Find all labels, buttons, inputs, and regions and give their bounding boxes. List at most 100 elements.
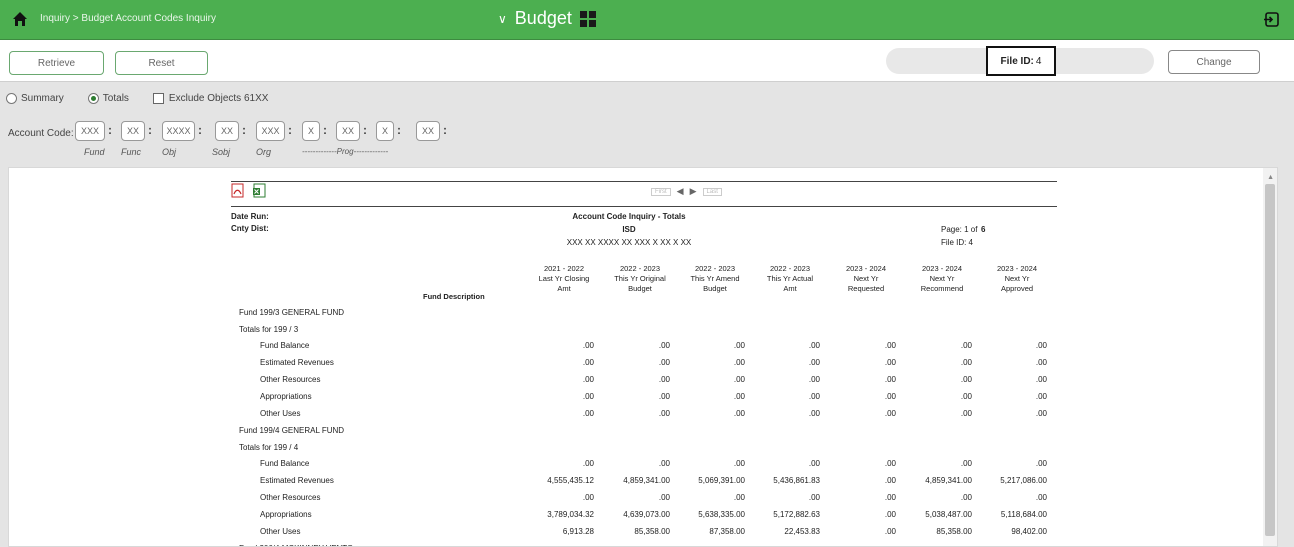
table-cell: .00 [1035, 409, 1047, 418]
table-row-label: Estimated Revenues [260, 358, 334, 367]
module-title: Budget [514, 8, 572, 28]
excel-export-icon[interactable] [252, 183, 266, 198]
obj-segment-label: Obj [162, 147, 177, 157]
table-cell: .00 [808, 341, 820, 350]
reset-button[interactable]: Reset [115, 51, 208, 75]
table-cell: 85,358.00 [634, 527, 670, 536]
table-cell: 85,358.00 [936, 527, 972, 536]
column-header: 2022 - 2023 This Yr Actual Amt [750, 264, 830, 294]
func-segment-label: Func [121, 147, 142, 157]
program-code-input-3[interactable]: X [376, 121, 394, 141]
table-cell: .00 [1035, 358, 1047, 367]
fund-heading: Fund 199/4 GENERAL FUND [239, 426, 345, 435]
table-cell: .00 [658, 493, 670, 502]
column-header: 2022 - 2023 This Yr Original Budget [600, 264, 680, 294]
separator: : [397, 123, 401, 137]
column-header-line: Recommend [920, 284, 964, 293]
next-page-icon[interactable]: ▶ [690, 186, 697, 197]
table-cell: .00 [1035, 392, 1047, 401]
column-header-line: Next Yr [929, 274, 955, 283]
org-segment-label: Org [256, 147, 272, 157]
separator: : [108, 123, 112, 137]
table-cell: .00 [884, 459, 896, 468]
table-cell: .00 [960, 341, 972, 350]
table-cell: .00 [733, 358, 745, 367]
vertical-scrollbar[interactable]: ▲ [1263, 168, 1277, 546]
table-cell: 5,436,861.83 [773, 476, 820, 485]
table-row-label: Other Uses [260, 527, 301, 536]
grid-icon[interactable] [579, 10, 596, 27]
exit-icon[interactable] [1263, 11, 1280, 28]
table-cell: .00 [658, 358, 670, 367]
report-district: ISD [622, 225, 636, 234]
table-cell: .00 [960, 358, 972, 367]
table-row-label: Estimated Revenues [260, 476, 334, 485]
table-cell: 5,217,086.00 [1000, 476, 1047, 485]
program-code-input-1[interactable]: X [302, 121, 320, 141]
table-cell: 4,555,435.12 [547, 476, 594, 485]
module-selector[interactable]: ∨ Budget [498, 8, 596, 29]
summary-radio[interactable] [6, 92, 17, 104]
separator: : [443, 123, 447, 137]
fund-code-input[interactable]: XXX [75, 121, 105, 141]
retrieve-button[interactable]: Retrieve [9, 51, 104, 75]
column-header-line: 2023 - 2024 [845, 264, 887, 273]
object-code-input[interactable]: XXXX [162, 121, 195, 141]
date-run-label: Date Run: [231, 212, 269, 221]
totals-label: Totals [102, 92, 129, 104]
column-header-line: Approved [1000, 284, 1034, 293]
table-cell: .00 [582, 392, 594, 401]
column-header-line: 2023 - 2024 [921, 264, 963, 273]
table-cell: .00 [1035, 375, 1047, 384]
table-cell: .00 [960, 493, 972, 502]
first-page-button[interactable]: First [651, 187, 671, 196]
table-row-label: Fund Balance [260, 341, 310, 350]
table-row-label: Fund Balance [260, 459, 310, 468]
table-cell: .00 [808, 392, 820, 401]
program-code-input-2[interactable]: XX [336, 121, 360, 141]
table-cell: .00 [884, 392, 896, 401]
scroll-thumb[interactable] [1265, 184, 1275, 536]
table-cell: .00 [733, 392, 745, 401]
table-row-label: Appropriations [260, 510, 312, 519]
table-cell: 98,402.00 [1011, 527, 1047, 536]
function-code-input[interactable]: XX [121, 121, 145, 141]
totals-radio[interactable] [87, 92, 99, 104]
scroll-up-icon[interactable]: ▲ [1267, 174, 1274, 181]
report-file-id: File ID: 4 [941, 238, 974, 247]
sub-object-code-input[interactable]: XX [215, 121, 239, 141]
table-cell: .00 [733, 459, 745, 468]
table-cell: .00 [884, 476, 896, 485]
column-header-line: Amt [783, 284, 797, 293]
toolbar: Retrieve Reset File ID: 4 Change [0, 40, 1294, 82]
change-button[interactable]: Change [1168, 50, 1260, 74]
table-cell: .00 [733, 409, 745, 418]
table-cell: .00 [582, 409, 594, 418]
table-cell: .00 [884, 493, 896, 502]
breadcrumb[interactable]: Inquiry > Budget Account Codes Inquiry [40, 13, 216, 24]
column-header-line: Requested [847, 284, 885, 293]
file-id-label: File ID: [1000, 55, 1034, 67]
table-cell: .00 [582, 493, 594, 502]
table-row-label: Appropriations [260, 392, 312, 401]
table-cell: .00 [658, 341, 670, 350]
chevron-down-icon[interactable]: ∨ [498, 12, 507, 26]
table-cell: .00 [582, 341, 594, 350]
pdf-export-icon[interactable] [231, 183, 245, 198]
table-cell: .00 [884, 527, 896, 536]
column-header: 2021 - 2022 Last Yr Closing Amt [524, 264, 604, 294]
table-cell: .00 [884, 510, 896, 519]
program-code-input-4[interactable]: XX [416, 121, 440, 141]
table-cell: .00 [658, 392, 670, 401]
prev-page-icon[interactable]: ◀ [677, 186, 684, 197]
exclude-61xx-checkbox[interactable] [152, 92, 164, 104]
org-code-input[interactable]: XXX [256, 121, 285, 141]
home-icon[interactable] [12, 11, 28, 27]
file-id-value: 4 [1035, 55, 1042, 67]
report-top-rule [231, 181, 1057, 182]
column-header-line: Amt [557, 284, 571, 293]
last-page-button[interactable]: Last [702, 187, 722, 196]
report-viewer: ▲ First ◀ ▶ Last Date Run: Cnty Dist: Ac… [8, 167, 1278, 547]
table-row-label: Other Uses [260, 409, 301, 418]
column-header: 2023 - 2024 Next Yr Recommend [902, 264, 982, 294]
